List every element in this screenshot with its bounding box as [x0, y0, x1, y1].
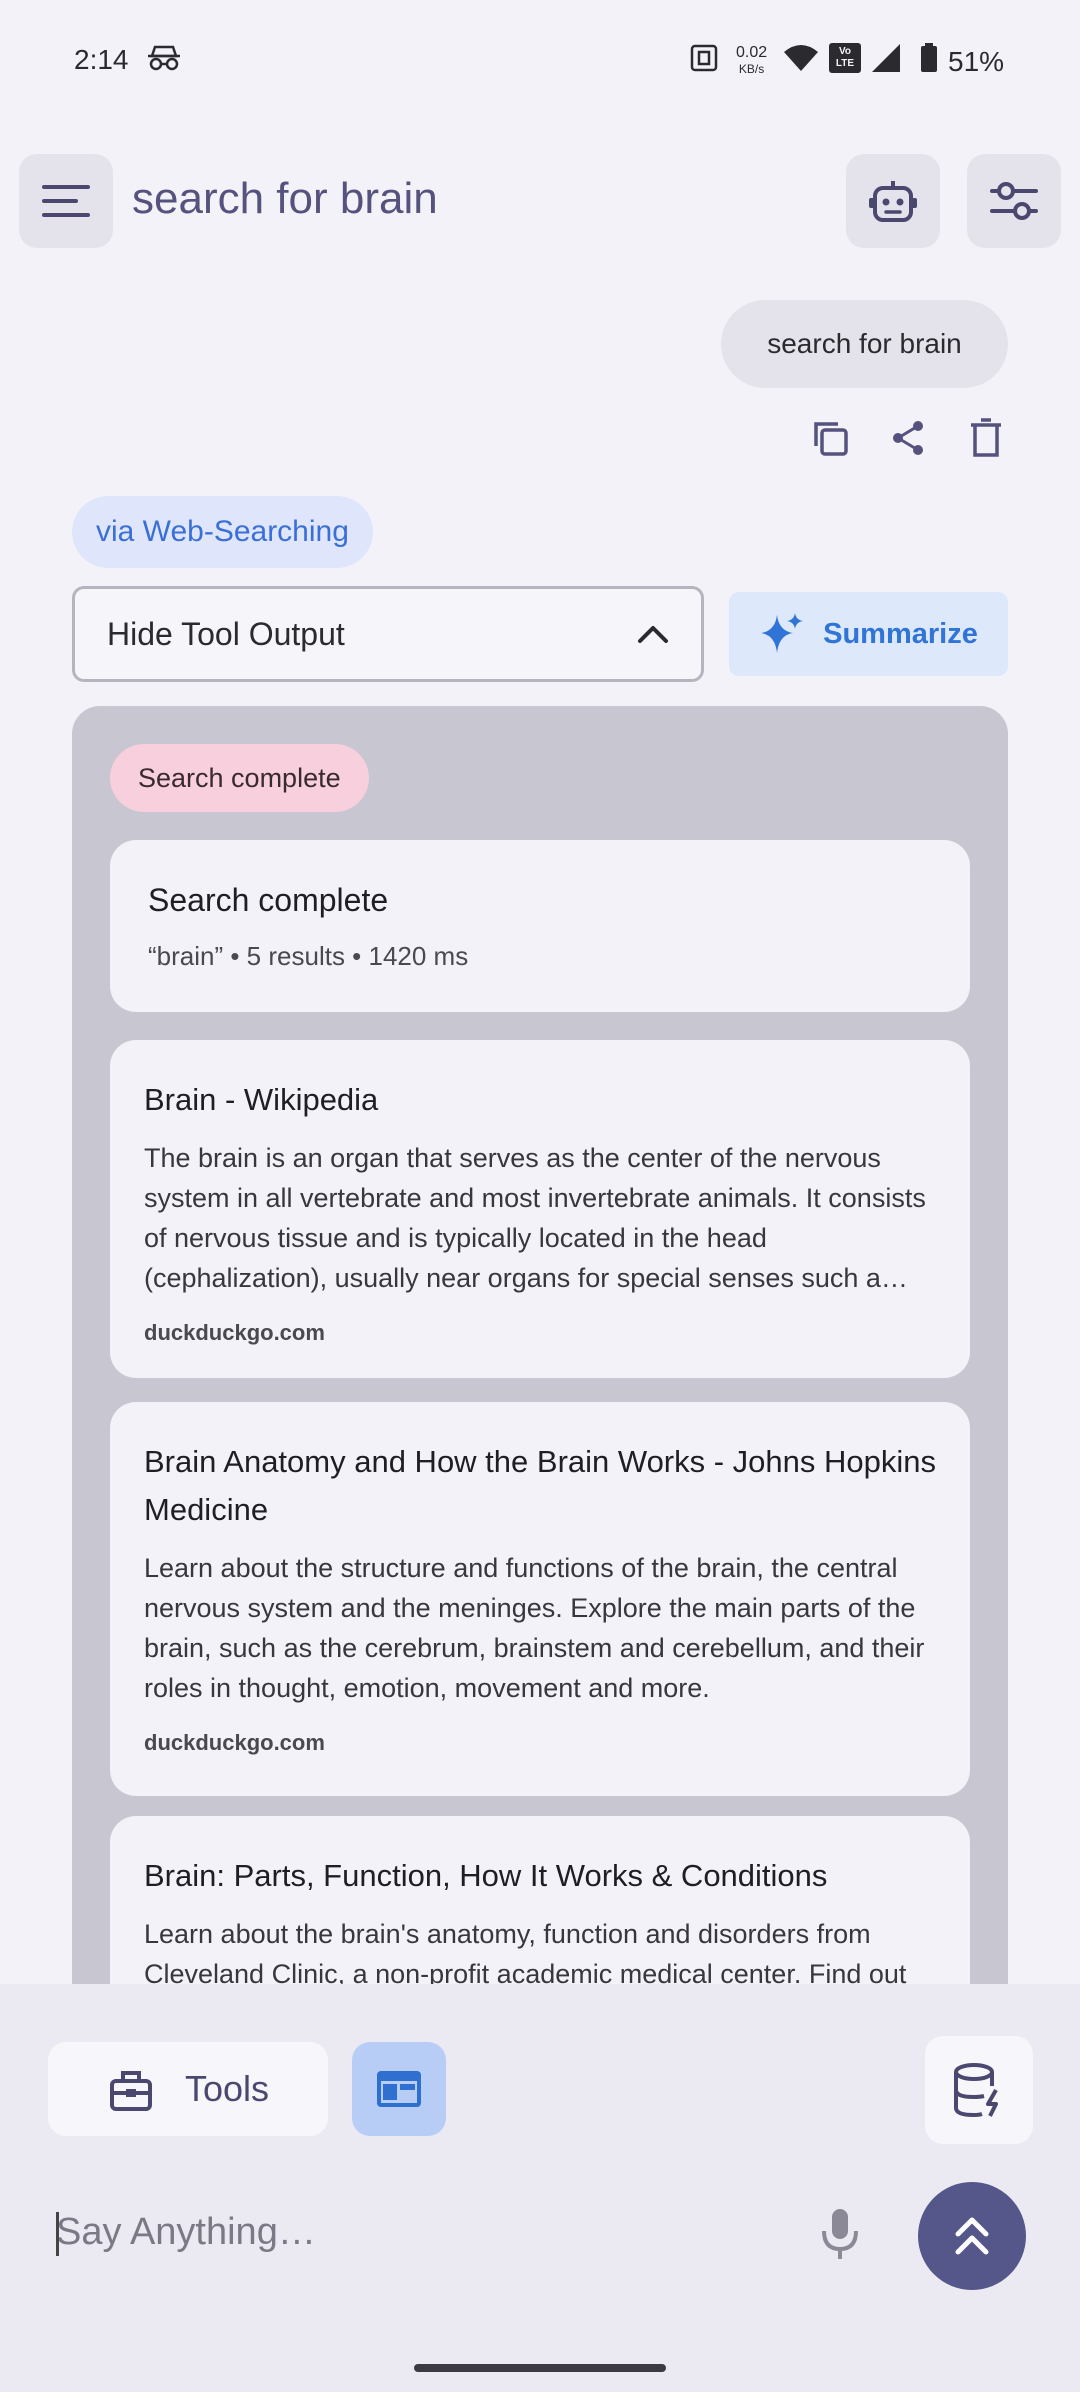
share-button[interactable] [884, 414, 932, 462]
microphone-button[interactable] [812, 2204, 868, 2264]
gesture-nav-handle[interactable] [414, 2364, 666, 2372]
battery-icon [918, 42, 940, 74]
tool-output-toggle[interactable]: Hide Tool Output [72, 586, 704, 682]
incognito-icon [144, 42, 184, 74]
result-source: duckduckgo.com [144, 1320, 325, 1345]
tool-output-toggle-label: Hide Tool Output [107, 615, 345, 652]
summary-title: Search complete [148, 882, 389, 918]
tool-output-panel[interactable]: Search complete Search complete “brain” … [72, 706, 1008, 2006]
database-bolt-icon [954, 2063, 998, 2118]
search-status-chip: Search complete [110, 744, 369, 812]
database-button[interactable] [925, 2036, 1033, 2144]
volte-icon: Vo LTE [828, 42, 862, 74]
search-result-card[interactable]: Brain Anatomy and How the Brain Works - … [110, 1402, 970, 1796]
microphone-icon [822, 2209, 858, 2259]
wifi-icon [782, 42, 820, 74]
menu-button[interactable] [19, 154, 113, 248]
search-result-card[interactable]: Brain: Parts, Function, How It Works & C… [110, 1816, 970, 2006]
delete-button[interactable] [962, 414, 1010, 462]
result-source: duckduckgo.com [144, 1730, 325, 1755]
browser-window-icon [377, 2071, 421, 2107]
result-snippet: Learn about the brain's anatomy, functio… [144, 1919, 907, 1989]
web-search-toggle[interactable] [352, 2042, 446, 2136]
sparkle-icon [761, 613, 804, 653]
nfc-icon [688, 42, 720, 74]
chat-title: search for brain [132, 174, 438, 223]
result-snippet: The brain is an organ that serves as the… [144, 1143, 926, 1293]
message-input[interactable] [56, 2196, 776, 2268]
chevron-up-icon [638, 626, 668, 643]
summarize-label: Summarize [823, 617, 978, 650]
cell-signal-icon [870, 42, 902, 74]
summarize-button[interactable]: Summarize [729, 592, 1008, 676]
result-title: Brain Anatomy and How the Brain Works - … [144, 1444, 937, 1527]
send-button[interactable] [918, 2182, 1026, 2290]
tools-label: Tools [184, 2068, 270, 2109]
via-web-searching-chip: via Web-Searching [72, 496, 373, 568]
settings-button[interactable] [967, 154, 1061, 248]
sliders-icon [990, 182, 1038, 220]
copy-button[interactable] [806, 414, 854, 462]
double-chevron-up-icon [955, 2217, 989, 2255]
trash-icon [971, 418, 1001, 457]
model-button[interactable] [846, 154, 940, 248]
result-title: Brain: Parts, Function, How It Works & C… [144, 1858, 828, 1893]
robot-icon [869, 181, 917, 222]
network-speed: 0.02 KB/s [736, 44, 768, 76]
user-message-bubble[interactable]: search for brain [721, 300, 1008, 388]
status-time: 2:14 [74, 44, 129, 75]
text-caret [56, 2212, 59, 2256]
share-icon [893, 421, 923, 455]
copy-icon [814, 422, 848, 456]
battery-percent: 51% [948, 46, 1005, 77]
result-title: Brain - Wikipedia [144, 1082, 379, 1117]
result-snippet: Learn about the structure and functions … [144, 1553, 925, 1703]
toolbox-icon [109, 2071, 152, 2111]
search-result-card[interactable]: Brain - Wikipedia The brain is an organ … [110, 1040, 970, 1378]
search-summary-card: Search complete “brain” • 5 results • 14… [110, 840, 970, 1012]
menu-icon [42, 185, 90, 217]
summary-meta: “brain” • 5 results • 1420 ms [148, 941, 469, 971]
tools-button[interactable]: Tools [48, 2042, 328, 2136]
